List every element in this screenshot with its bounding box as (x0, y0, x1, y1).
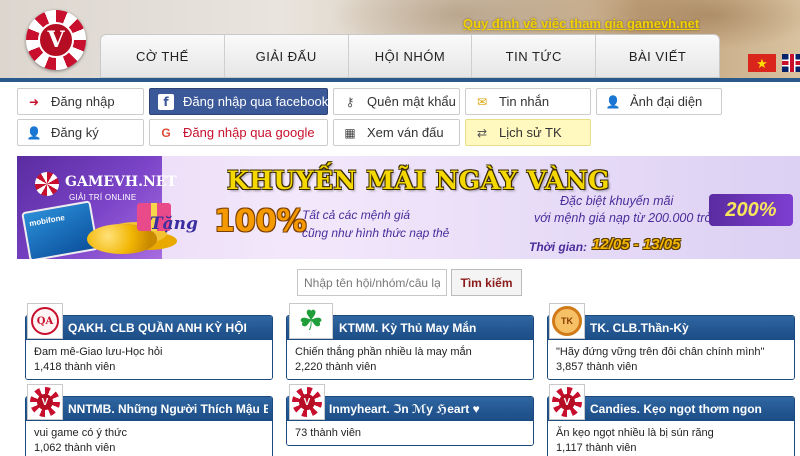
clover-icon: ☘ (298, 305, 324, 336)
group-search-input[interactable] (297, 269, 447, 296)
group-card-body: 73 thành viên (287, 421, 533, 445)
coin-icon: TK (552, 306, 582, 336)
add-user-icon: 👤 (26, 125, 42, 140)
sign-in-icon: ➜ (28, 94, 40, 109)
phone-carrier-label: mobifone (28, 213, 66, 229)
logo-letter: V (559, 394, 575, 410)
group-card-body: Ăn kẹo ngọt nhiều là bị sún răng 1,117 t… (548, 421, 794, 456)
group-card-body: Chiến thắng phần nhiều là may mắn 2,220 … (287, 340, 533, 379)
view-games-button[interactable]: ▦ Xem ván đấu (333, 119, 460, 146)
group-description: vui game có ý thức (34, 427, 127, 439)
group-name[interactable]: TK. CLB.Thần-Kỳ (590, 321, 790, 335)
group-card-body: vui game có ý thức 1,062 thành viên (26, 421, 272, 456)
nav-giai-dau[interactable]: GIẢI ĐẤU (225, 35, 349, 77)
login-label: Đăng nhập (51, 94, 115, 109)
history-icon: ⇄ (476, 125, 488, 140)
key-icon: ⚷ (345, 94, 355, 109)
group-member-count: 2,220 thành viên (295, 361, 377, 373)
promo-banner[interactable]: GAMEVH.NET GIẢI TRÍ ONLINE mobifone KHUY… (17, 156, 800, 259)
group-description: Ăn kẹo ngọt nhiều là bị sún răng (556, 427, 714, 439)
promo-title: KHUYẾN MÃI NGÀY VÀNG (227, 166, 611, 195)
promo-badge: 200% (709, 194, 793, 226)
group-description: Chiến thắng phần nhiều là may mắn (295, 346, 472, 358)
group-description: 73 thành viên (295, 427, 362, 439)
login-button[interactable]: ➜ Đăng nhập (17, 88, 144, 115)
uk-flag-icon[interactable] (782, 54, 800, 72)
register-label: Đăng ký (51, 125, 99, 140)
gamevh-logo-icon (35, 172, 59, 196)
group-name[interactable]: QAKH. CLB QUẦN ANH KỲ HỘI (68, 321, 268, 335)
promo-special: Đặc biệt khuyến mãi (560, 194, 674, 208)
vietnam-flag-icon[interactable]: ★ (748, 54, 776, 72)
header-divider (0, 78, 800, 82)
google-icon: G (161, 125, 171, 140)
forgot-password-button[interactable]: ⚷ Quên mật khẩu (333, 88, 460, 115)
phone-card-icon: mobifone (21, 200, 99, 259)
promo-gift-word: Tặng (150, 214, 198, 234)
chessboard-icon: ▦ (344, 125, 356, 140)
group-member-count: 1,117 thành viên (556, 442, 637, 454)
group-name[interactable]: Candies. Kẹo ngọt thơm ngon (590, 402, 790, 416)
group-card-body: "Hãy đứng vững trên đôi chân chính mình"… (548, 340, 794, 379)
promo-description: Tất cả các mệnh giá (302, 208, 411, 222)
nav-hoi-nhom[interactable]: HỘI NHÓM (349, 35, 473, 77)
user-icon: 👤 (605, 94, 621, 109)
nav-co-the[interactable]: CỜ THẾ (101, 35, 225, 77)
group-avatar[interactable]: V (549, 384, 585, 420)
banner-brand: GAMEVH.NET (65, 174, 177, 190)
messages-label: Tin nhắn (499, 94, 550, 109)
group-description: Đam mê-Giao lưu-Học hỏi (34, 346, 163, 358)
avatar-button[interactable]: 👤 Ảnh đại diện (596, 88, 722, 115)
envelope-icon: ✉ (476, 94, 488, 109)
account-history-label: Lịch sử TK (499, 125, 562, 140)
group-description: "Hãy đứng vững trên đôi chân chính mình" (556, 346, 765, 358)
logo-letter: V (37, 394, 53, 410)
logo-letter: V (299, 394, 315, 410)
promo-description: cũng như hình thức nạp thẻ (302, 226, 450, 240)
login-facebook-label: Đăng nhập qua facebook (183, 94, 329, 109)
group-member-count: 1,418 thành viên (34, 361, 116, 373)
gamevh-logo-icon: V (30, 387, 60, 417)
group-avatar[interactable]: V (289, 384, 325, 420)
view-games-label: Xem ván đấu (367, 125, 444, 140)
login-google-button[interactable]: G Đăng nhập qua google (149, 119, 328, 146)
group-name[interactable]: KTMM. Kỳ Thủ May Mắn (339, 321, 529, 335)
group-member-count: 1,062 thành viên (34, 442, 116, 454)
banner-brand-sub: GIẢI TRÍ ONLINE (69, 193, 137, 202)
group-member-count: 3,857 thành viên (556, 361, 638, 373)
main-nav: CỜ THẾ GIẢI ĐẤU HỘI NHÓM TIN TỨC BÀI VIẾ… (100, 34, 720, 78)
nav-bai-viet[interactable]: BÀI VIẾT (596, 35, 719, 77)
rules-link[interactable]: Quy định về việc tham gia gamevh.net (463, 16, 699, 31)
group-avatar[interactable]: QA (27, 303, 63, 339)
forgot-password-label: Quên mật khẩu (367, 94, 456, 109)
promo-time-label: Thời gian: (529, 240, 588, 254)
avatar-label: Ảnh đại diện (630, 94, 703, 109)
logo-letter: V (38, 22, 74, 58)
group-avatar[interactable]: ☘ (289, 303, 333, 339)
promo-percent: 100% (214, 204, 307, 239)
site-logo[interactable]: V (26, 10, 86, 70)
site-header: V Quy định về việc tham gia gamevh.net C… (0, 0, 800, 80)
gamevh-logo-icon: V (552, 387, 582, 417)
search-button[interactable]: Tìm kiếm (451, 269, 522, 296)
group-avatar[interactable]: V (27, 384, 63, 420)
promo-time-value: 12/05 - 13/05 (592, 236, 681, 253)
account-history-button[interactable]: ⇄ Lịch sử TK (465, 119, 591, 146)
seal-icon: QA (31, 307, 59, 335)
group-name[interactable]: NNTMB. Những Người Thích Mậu Binh (68, 402, 268, 416)
group-card-body: Đam mê-Giao lưu-Học hỏi 1,418 thành viên (26, 340, 272, 379)
facebook-icon: f (158, 93, 174, 110)
promo-special: với mệnh giá nạp từ 200.000 trở lên (534, 211, 733, 225)
messages-button[interactable]: ✉ Tin nhắn (465, 88, 591, 115)
register-button[interactable]: 👤 Đăng ký (17, 119, 144, 146)
nav-tin-tuc[interactable]: TIN TỨC (472, 35, 597, 77)
gamevh-logo-icon: V (292, 387, 322, 417)
group-name[interactable]: Inmyheart. ℑn ℳy ℌeart ♥ (329, 402, 529, 416)
group-avatar[interactable]: TK (549, 303, 585, 339)
login-google-label: Đăng nhập qua google (183, 125, 315, 140)
login-facebook-button[interactable]: f Đăng nhập qua facebook (149, 88, 328, 115)
